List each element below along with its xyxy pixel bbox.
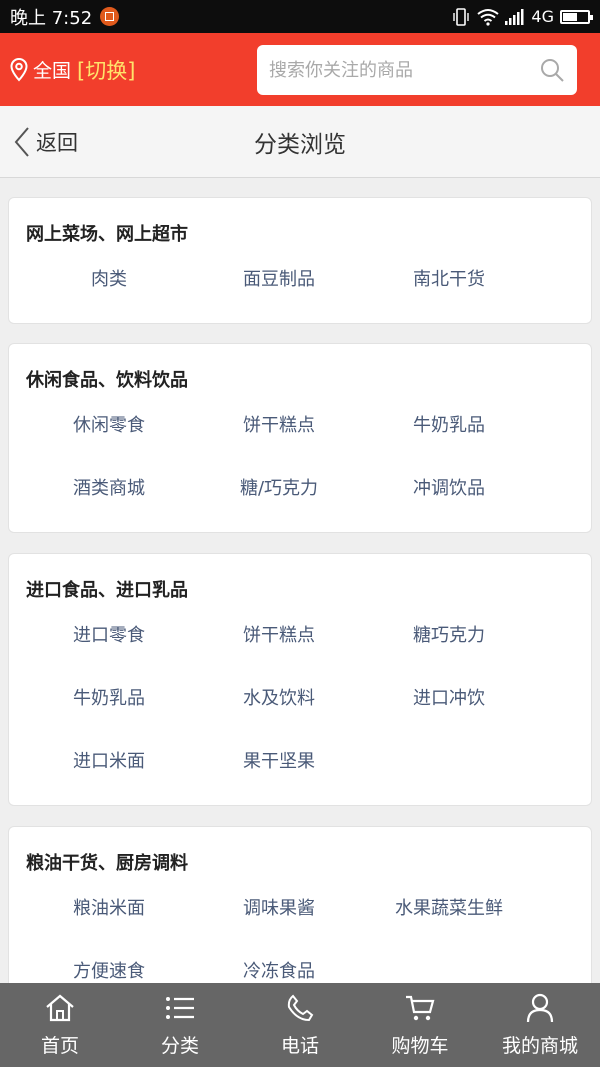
user-icon bbox=[526, 993, 554, 1023]
category-list: 网上菜场、网上超市 肉类 面豆制品 南北干货 休闲食品、饮料饮品 休闲零食 饼干… bbox=[0, 178, 600, 983]
category-card: 休闲食品、饮料饮品 休闲零食 饼干糕点 牛奶乳品 酒类商城 糖/巧克力 冲调饮品 bbox=[8, 343, 592, 533]
category-item[interactable]: 牛奶乳品 bbox=[24, 684, 194, 710]
location-label: 全国 bbox=[33, 60, 72, 82]
nav-label: 首页 bbox=[40, 1035, 79, 1057]
list-icon bbox=[166, 997, 194, 1019]
nav-label: 购物车 bbox=[391, 1035, 449, 1057]
network-type: 4G bbox=[531, 7, 554, 26]
back-button[interactable]: 返回 bbox=[14, 126, 78, 158]
category-item[interactable]: 休闲零食 bbox=[24, 411, 194, 437]
home-icon bbox=[46, 994, 74, 1022]
title-bar: 返回 分类浏览 bbox=[0, 106, 600, 178]
nav-home[interactable]: 首页 bbox=[0, 983, 120, 1067]
nav-my-mall[interactable]: 我的商城 bbox=[480, 983, 600, 1067]
category-item[interactable]: 冲调饮品 bbox=[364, 474, 534, 500]
nav-label: 电话 bbox=[280, 1035, 319, 1057]
location-pin-icon bbox=[10, 57, 28, 81]
nav-cart[interactable]: 购物车 bbox=[360, 983, 480, 1067]
category-item[interactable]: 牛奶乳品 bbox=[364, 411, 534, 437]
category-title: 网上菜场、网上超市 bbox=[26, 224, 188, 245]
category-item[interactable]: 南北干货 bbox=[364, 265, 534, 291]
category-item[interactable]: 果干坚果 bbox=[194, 747, 364, 773]
chevron-left-icon bbox=[14, 127, 29, 157]
nav-phone[interactable]: 电话 bbox=[240, 983, 360, 1067]
category-item[interactable]: 进口零食 bbox=[24, 621, 194, 647]
category-title: 粮油干货、厨房调料 bbox=[26, 853, 188, 874]
category-item[interactable]: 方便速食 bbox=[24, 957, 194, 983]
phone-icon bbox=[287, 994, 314, 1022]
top-header: 全国 [切换] bbox=[0, 33, 600, 106]
category-item[interactable]: 调味果酱 bbox=[194, 894, 364, 920]
category-card: 粮油干货、厨房调料 粮油米面 调味果酱 水果蔬菜生鲜 方便速食 冷冻食品 bbox=[8, 826, 592, 983]
category-item[interactable]: 饼干糕点 bbox=[194, 411, 364, 437]
category-item[interactable]: 水及饮料 bbox=[194, 684, 364, 710]
category-title: 休闲食品、饮料饮品 bbox=[26, 370, 188, 391]
category-item[interactable]: 粮油米面 bbox=[24, 894, 194, 920]
category-item[interactable]: 冷冻食品 bbox=[194, 957, 364, 983]
status-time: 晚上 7:52 bbox=[10, 7, 93, 29]
bottom-nav: 首页 分类 电话 购物车 我的商城 bbox=[0, 983, 600, 1067]
category-item[interactable]: 肉类 bbox=[24, 265, 194, 291]
back-label: 返回 bbox=[36, 131, 78, 155]
category-item[interactable]: 进口米面 bbox=[24, 747, 194, 773]
category-item[interactable]: 面豆制品 bbox=[194, 265, 364, 291]
nav-category[interactable]: 分类 bbox=[120, 983, 240, 1067]
category-card: 网上菜场、网上超市 肉类 面豆制品 南北干货 bbox=[8, 197, 592, 324]
category-item[interactable]: 进口冲饮 bbox=[364, 684, 534, 710]
signal-icon bbox=[505, 8, 524, 25]
location-selector[interactable]: 全国 [切换] bbox=[10, 55, 135, 85]
notification-icon bbox=[100, 7, 120, 26]
nav-label: 分类 bbox=[160, 1035, 199, 1057]
category-item[interactable]: 水果蔬菜生鲜 bbox=[364, 894, 534, 920]
switch-location-link[interactable]: [切换] bbox=[77, 55, 135, 85]
category-card: 进口食品、进口乳品 进口零食 饼干糕点 糖巧克力 牛奶乳品 水及饮料 进口冲饮 … bbox=[8, 553, 592, 806]
nav-label: 我的商城 bbox=[501, 1035, 578, 1057]
category-title: 进口食品、进口乳品 bbox=[26, 580, 188, 601]
battery-icon bbox=[560, 9, 593, 24]
category-item[interactable]: 糖/巧克力 bbox=[194, 474, 364, 500]
category-item[interactable]: 糖巧克力 bbox=[364, 621, 534, 647]
vibrate-icon bbox=[453, 7, 470, 26]
search-box[interactable] bbox=[257, 45, 577, 95]
search-input[interactable] bbox=[269, 59, 539, 81]
search-icon[interactable] bbox=[539, 57, 565, 83]
category-item[interactable]: 饼干糕点 bbox=[194, 621, 364, 647]
category-item[interactable]: 酒类商城 bbox=[24, 474, 194, 500]
page-title: 分类浏览 bbox=[254, 131, 346, 158]
status-bar: 晚上 7:52 4G bbox=[0, 0, 600, 33]
wifi-icon bbox=[477, 8, 500, 26]
cart-icon bbox=[406, 995, 435, 1021]
